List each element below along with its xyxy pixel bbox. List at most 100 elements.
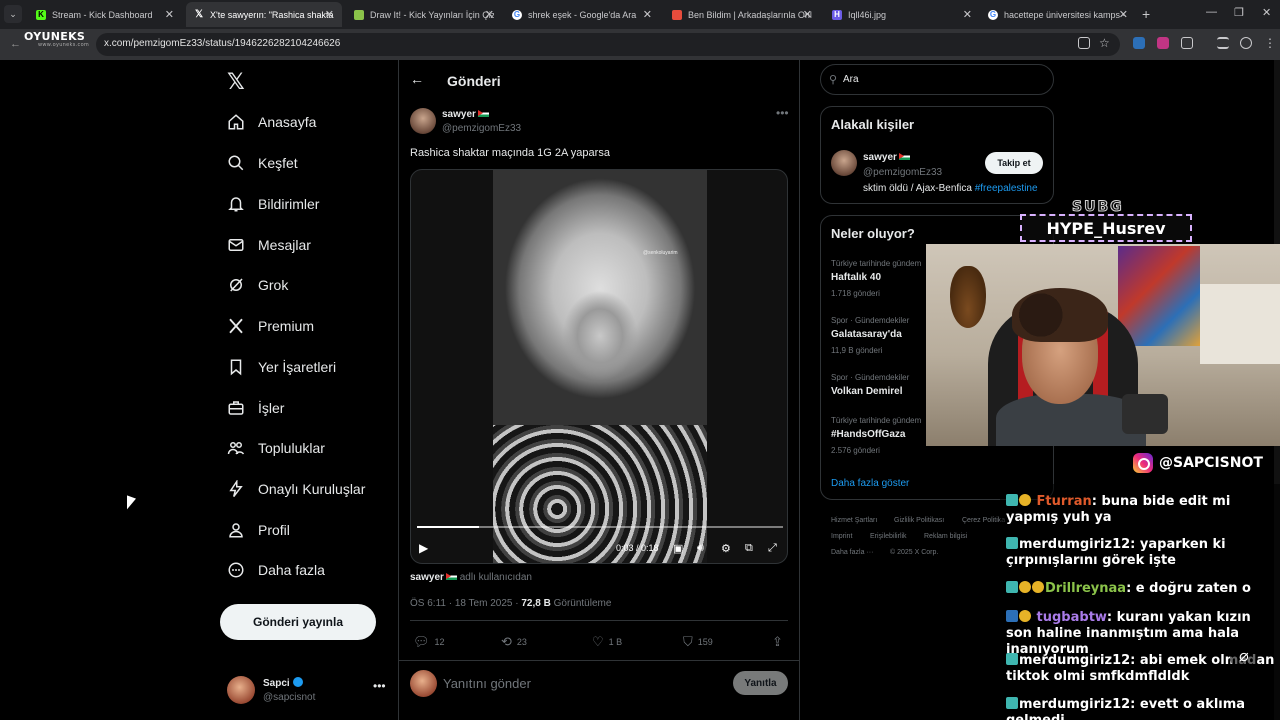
nav-messages[interactable]: Mesajlar bbox=[227, 232, 311, 258]
play-icon[interactable]: ▶ bbox=[419, 541, 428, 555]
trend-category: Türkiye tarihinde gündem bbox=[831, 259, 922, 268]
x-icon bbox=[229, 318, 243, 334]
gift-badge-icon bbox=[1019, 610, 1031, 622]
trend-category: Spor · Gündemdekiler bbox=[831, 316, 910, 325]
extension-icon[interactable] bbox=[1157, 37, 1169, 49]
trend-count: 1.718 gönderi bbox=[831, 289, 880, 298]
related-avatar[interactable] bbox=[831, 150, 857, 176]
hashtag-link[interactable]: #freepalestine bbox=[975, 183, 1038, 194]
nav-premium[interactable]: Premium bbox=[227, 313, 314, 339]
close-icon[interactable]: ✕ bbox=[485, 8, 494, 21]
reply-icon: 💬︎ bbox=[413, 634, 430, 649]
show-more-link[interactable]: Daha fazla göster bbox=[831, 478, 909, 489]
video-progress-bar[interactable] bbox=[417, 526, 783, 528]
grok-icon bbox=[230, 278, 243, 292]
tab-draw-it[interactable]: Draw It! - Kick Yayınları İçin Çiz ✕ bbox=[346, 2, 502, 27]
close-icon[interactable]: ✕ bbox=[803, 8, 812, 21]
x-logo-icon[interactable]: 𝕏 bbox=[227, 70, 245, 95]
nav-notifications[interactable]: Bildirimler bbox=[227, 191, 319, 217]
close-icon[interactable]: ✕ bbox=[643, 8, 652, 21]
video-player[interactable]: @senkoluyarim ▶ 0:03 / 0:18 ▣ 🔊︎ ⚙ ⧉ ⤢ bbox=[410, 169, 788, 564]
star-icon[interactable]: ☆ bbox=[1099, 37, 1111, 49]
puzzle-icon[interactable] bbox=[1181, 37, 1193, 49]
close-icon[interactable]: ✕ bbox=[1119, 8, 1128, 21]
video-time: 0:03 / 0:18 bbox=[616, 543, 659, 553]
settings-gear-icon[interactable]: ⚙ bbox=[721, 542, 731, 555]
close-icon[interactable]: ✕ bbox=[165, 8, 174, 21]
nav-bookmarks[interactable]: Yer İşaretleri bbox=[227, 354, 336, 380]
restore-button[interactable]: ❐ bbox=[1234, 6, 1244, 19]
related-bio: sktim öldü / Ajax-Benfica #freepalestine bbox=[863, 183, 1038, 194]
nav-explore[interactable]: Keşfet bbox=[227, 150, 298, 176]
trend-name[interactable]: Galatasaray'da bbox=[831, 329, 902, 340]
install-icon[interactable] bbox=[1078, 37, 1090, 49]
lightning-icon bbox=[229, 480, 243, 497]
nav-home[interactable]: Anasayfa bbox=[227, 109, 316, 135]
post-more-icon[interactable]: ••• bbox=[776, 106, 789, 120]
reply-input[interactable]: Yanıtını gönder bbox=[443, 676, 531, 691]
tab-image[interactable]: H Iqll46i.jpg ✕ bbox=[824, 2, 980, 27]
back-icon[interactable]: ← bbox=[10, 38, 21, 50]
tab-google-shrek[interactable]: G shrek eşek - Google'da Ara ✕ bbox=[504, 2, 660, 27]
footer-link[interactable]: Hizmet Şartları bbox=[831, 517, 877, 524]
nav-grok[interactable]: Grok bbox=[227, 272, 288, 298]
fullscreen-icon[interactable]: ⤢ bbox=[768, 542, 777, 555]
url-text[interactable]: x.com/pemzigomEz33/status/19462262821042… bbox=[104, 38, 340, 49]
follow-button[interactable]: Takip et bbox=[985, 152, 1043, 174]
video-source[interactable]: sawyer adlı kullanıcıdan bbox=[410, 572, 532, 583]
tab-x-post[interactable]: 𝕏 X'te sawyerın: "Rashica shaktar ✕ bbox=[186, 2, 342, 27]
author-name[interactable]: sawyer bbox=[442, 109, 489, 120]
page-title: Gönderi bbox=[447, 73, 501, 89]
trend-name[interactable]: Volkan Demirel bbox=[831, 386, 903, 397]
minimize-button[interactable]: — bbox=[1206, 6, 1217, 18]
nav-jobs[interactable]: İşler bbox=[227, 395, 284, 421]
tab-search-button[interactable]: ⌄ bbox=[4, 5, 22, 23]
pip-icon[interactable]: ⧉ bbox=[745, 542, 753, 555]
back-arrow-icon[interactable]: ← bbox=[410, 71, 424, 87]
share-action[interactable]: ⇪ bbox=[772, 634, 788, 650]
account-name[interactable]: Sapci bbox=[263, 677, 303, 689]
close-icon[interactable]: ✕ bbox=[325, 8, 334, 21]
author-avatar[interactable] bbox=[410, 108, 436, 134]
sub-badge-icon bbox=[1006, 537, 1018, 549]
footer-link[interactable]: Reklam bilgisi bbox=[924, 533, 967, 540]
tab-google-hacettepe[interactable]: G hacettepe üniversitesi kamps - ✕ bbox=[980, 2, 1136, 27]
tab-kick-dashboard[interactable]: K Stream - Kick Dashboard ✕ bbox=[28, 2, 182, 27]
post-button[interactable]: Gönderi yayınla bbox=[220, 604, 376, 640]
close-icon[interactable]: ✕ bbox=[963, 8, 972, 21]
search-icon bbox=[228, 155, 244, 171]
nav-communities[interactable]: Topluluklar bbox=[227, 435, 325, 461]
trend-name[interactable]: Haftalık 40 bbox=[831, 272, 881, 283]
related-handle[interactable]: @pemzigomEz33 bbox=[863, 167, 942, 178]
media-icon[interactable] bbox=[1217, 37, 1229, 49]
footer-link[interactable]: Daha fazla ··· bbox=[831, 549, 873, 556]
window-close-button[interactable]: ✕ bbox=[1262, 6, 1271, 19]
reply-action[interactable]: 💬︎ 12 bbox=[413, 634, 445, 650]
footer-link[interactable]: Imprint bbox=[831, 533, 852, 540]
footer-link[interactable]: Çerez Politika bbox=[962, 517, 1005, 524]
trend-name[interactable]: #HandsOffGaza bbox=[831, 429, 905, 440]
extension-icon[interactable] bbox=[1133, 37, 1145, 49]
bookmark-action[interactable]: ⛉ 159 bbox=[683, 634, 713, 650]
profile-icon[interactable] bbox=[1240, 37, 1252, 49]
avatar[interactable] bbox=[227, 676, 255, 704]
captions-icon[interactable]: ▣ bbox=[673, 542, 683, 555]
reply-button[interactable]: Yanıtla bbox=[733, 671, 788, 695]
nav-verified-orgs[interactable]: Onaylı Kuruluşlar bbox=[227, 476, 365, 502]
mouse-cursor-icon bbox=[127, 495, 136, 513]
nav-profile[interactable]: Profil bbox=[227, 517, 290, 543]
nav-more[interactable]: Daha fazla bbox=[227, 557, 325, 583]
account-menu-icon[interactable]: ••• bbox=[373, 679, 386, 693]
like-action[interactable]: ♡ 1 B bbox=[592, 634, 622, 650]
footer-link[interactable]: Gizlilik Politikası bbox=[894, 517, 944, 524]
column-divider bbox=[799, 60, 800, 720]
footer-link[interactable]: Erişilebilirlik bbox=[870, 533, 907, 540]
related-name[interactable]: sawyer bbox=[863, 152, 910, 163]
volume-icon[interactable]: 🔊︎ bbox=[697, 542, 704, 555]
author-handle[interactable]: @pemzigomEz33 bbox=[442, 123, 521, 134]
repost-action[interactable]: ⟲ 23 bbox=[501, 634, 527, 650]
new-tab-button[interactable]: + bbox=[1142, 6, 1150, 22]
menu-icon[interactable]: ⋮ bbox=[1264, 37, 1276, 49]
tab-ben-bildim[interactable]: Ben Bildim | Arkadaşlarınla Onli ✕ bbox=[664, 2, 820, 27]
bell-icon bbox=[228, 197, 244, 212]
